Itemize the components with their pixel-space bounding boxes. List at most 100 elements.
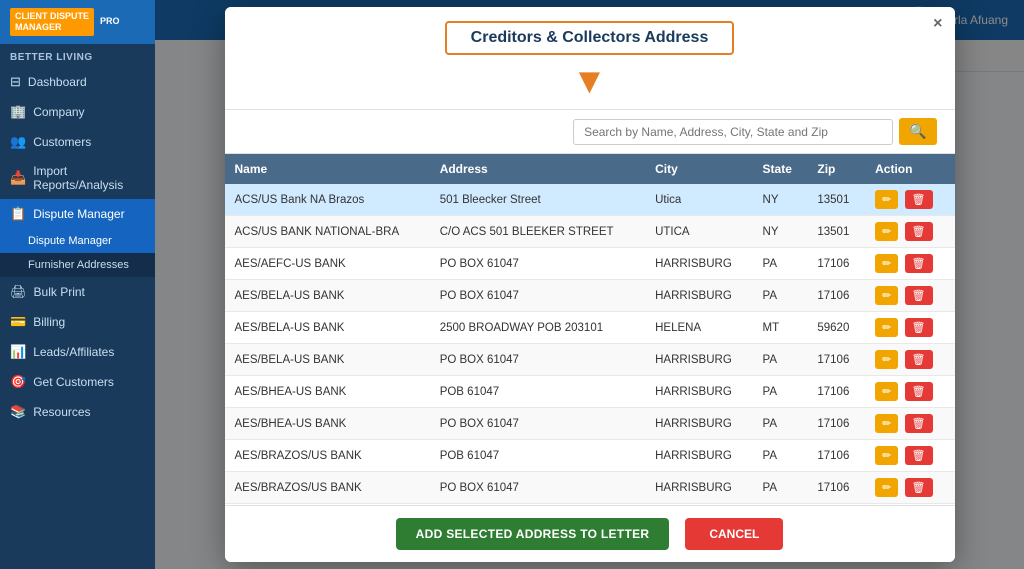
table-row[interactable]: AES/BRAZOS/US BANK PO BOX 61047 HARRISBU… [225, 472, 955, 504]
delete-button[interactable]: 🗑 [905, 286, 933, 305]
sidebar-item-dispute-manager[interactable]: 📋 Dispute Manager [0, 199, 155, 229]
search-input[interactable] [573, 119, 893, 145]
cell-action: ✏ 🗑 [865, 216, 954, 248]
table-row[interactable]: AES/BHEA-US BANK POB 61047 HARRISBURG PA… [225, 376, 955, 408]
add-address-button[interactable]: ADD SELECTED ADDRESS TO LETTER [396, 518, 670, 550]
delete-button[interactable]: 🗑 [905, 478, 933, 497]
cell-state: MT [753, 312, 808, 344]
modal-overlay: × Creditors & Collectors Address ▼ 🔍 Nam… [155, 0, 1024, 569]
sidebar-item-customers[interactable]: 👥 Customers [0, 127, 155, 157]
edit-button[interactable]: ✏ [875, 254, 898, 273]
modal: × Creditors & Collectors Address ▼ 🔍 Nam… [225, 7, 955, 562]
sidebar-item-company[interactable]: 🏢 Company [0, 97, 155, 127]
cancel-button[interactable]: CANCEL [685, 518, 783, 550]
search-button[interactable]: 🔍 [899, 118, 936, 145]
delete-button[interactable]: 🗑 [905, 190, 933, 209]
col-state: State [753, 154, 808, 184]
modal-close-button[interactable]: × [933, 15, 942, 33]
cell-city: HARRISBURG [645, 440, 752, 472]
table-row[interactable]: AES/BELA-US BANK 2500 BROADWAY POB 20310… [225, 312, 955, 344]
sidebar-submenu: Dispute Manager Furnisher Addresses [0, 229, 155, 277]
edit-button[interactable]: ✏ [875, 446, 898, 465]
edit-button[interactable]: ✏ [875, 190, 898, 209]
cell-action: ✏ 🗑 [865, 440, 954, 472]
cell-address: 2500 BROADWAY POB 203101 [430, 312, 645, 344]
sidebar-sub-dispute-manager[interactable]: Dispute Manager [0, 229, 155, 253]
cell-zip: 17106 [807, 344, 865, 376]
sidebar-section: BETTER LIVING [0, 44, 155, 67]
delete-button[interactable]: 🗑 [905, 222, 933, 241]
cell-address: PO BOX 61047 [430, 408, 645, 440]
delete-button[interactable]: 🗑 [905, 446, 933, 465]
cell-zip: 17106 [807, 472, 865, 504]
cell-state: PA [753, 376, 808, 408]
sidebar-item-import[interactable]: 📥 Import Reports/Analysis [0, 157, 155, 199]
cell-address: PO BOX 61047 [430, 472, 645, 504]
cell-city: Utica [645, 184, 752, 216]
delete-button[interactable]: 🗑 [905, 318, 933, 337]
edit-button[interactable]: ✏ [875, 286, 898, 305]
sidebar-item-resources[interactable]: 📚 Resources [0, 397, 155, 427]
customers-icon: 👥 [10, 134, 26, 150]
cell-action: ✏ 🗑 [865, 248, 954, 280]
cell-address: C/O ACS 501 BLEEKER STREET [430, 216, 645, 248]
sidebar-item-label: Resources [33, 405, 90, 419]
edit-button[interactable]: ✏ [875, 382, 898, 401]
cell-zip: 17106 [807, 248, 865, 280]
modal-header: × Creditors & Collectors Address ▼ [225, 7, 955, 110]
dispute-icon: 📋 [10, 206, 26, 222]
sidebar-item-label: Dispute Manager [33, 207, 124, 221]
cell-name: ACS/US BANK NATIONAL-BRA [225, 216, 430, 248]
cell-zip: 59620 [807, 312, 865, 344]
table-row[interactable]: AES/BRAZOS/US BANK POB 61047 HARRISBURG … [225, 440, 955, 472]
cell-city: HARRISBURG [645, 344, 752, 376]
table-row[interactable]: ACS/US Bank NA Brazos 501 Bleecker Stree… [225, 184, 955, 216]
cell-zip: 13501 [807, 216, 865, 248]
leads-icon: 📊 [10, 344, 26, 360]
sidebar-item-label: Customers [33, 135, 91, 149]
cell-address: PO BOX 61047 [430, 344, 645, 376]
table-row[interactable]: AES/AEFC-US BANK PO BOX 61047 HARRISBURG… [225, 248, 955, 280]
dashboard-icon: ⊟ [10, 74, 21, 90]
table-row[interactable]: AES/BELA-US BANK PO BOX 61047 HARRISBURG… [225, 280, 955, 312]
cell-action: ✏ 🗑 [865, 312, 954, 344]
cell-zip: 17106 [807, 440, 865, 472]
edit-button[interactable]: ✏ [875, 318, 898, 337]
cell-city: HARRISBURG [645, 376, 752, 408]
edit-button[interactable]: ✏ [875, 414, 898, 433]
edit-button[interactable]: ✏ [875, 222, 898, 241]
table-row[interactable]: AES/BHEA-US BANK PO BOX 61047 HARRISBURG… [225, 408, 955, 440]
edit-button[interactable]: ✏ [875, 478, 898, 497]
resources-icon: 📚 [10, 404, 26, 420]
search-bar: 🔍 [225, 110, 955, 154]
sidebar-item-dashboard[interactable]: ⊟ Dashboard [0, 67, 155, 97]
table-row[interactable]: AES/BELA-US BANK PO BOX 61047 HARRISBURG… [225, 344, 955, 376]
delete-button[interactable]: 🗑 [905, 254, 933, 273]
delete-button[interactable]: 🗑 [905, 382, 933, 401]
cell-address: POB 61047 [430, 376, 645, 408]
cell-name: AES/BRAZOS/US BANK [225, 472, 430, 504]
cell-zip: 13501 [807, 184, 865, 216]
cell-zip: 17106 [807, 408, 865, 440]
cell-state: PA [753, 472, 808, 504]
col-city: City [645, 154, 752, 184]
sidebar-item-bulk-print[interactable]: 🖨 Bulk Print [0, 277, 155, 307]
table-row[interactable]: ACS/US BANK NATIONAL-BRA C/O ACS 501 BLE… [225, 216, 955, 248]
sidebar-item-label: Billing [33, 315, 65, 329]
cell-name: AES/BELA-US BANK [225, 280, 430, 312]
delete-button[interactable]: 🗑 [905, 350, 933, 369]
arrow-down-icon: ▼ [572, 63, 608, 99]
sidebar-item-billing[interactable]: 💳 Billing [0, 307, 155, 337]
cell-city: UTICA [645, 216, 752, 248]
sidebar-sub-furnisher[interactable]: Furnisher Addresses [0, 253, 155, 277]
sidebar-item-leads[interactable]: 📊 Leads/Affiliates [0, 337, 155, 367]
cell-action: ✏ 🗑 [865, 344, 954, 376]
modal-title: Creditors & Collectors Address [471, 29, 709, 47]
cell-city: HARRISBURG [645, 408, 752, 440]
cell-address: PO BOX 61047 [430, 248, 645, 280]
logo-badge-pro: PRO [100, 16, 120, 28]
sidebar-item-get-customers[interactable]: 🎯 Get Customers [0, 367, 155, 397]
cell-state: PA [753, 280, 808, 312]
delete-button[interactable]: 🗑 [905, 414, 933, 433]
edit-button[interactable]: ✏ [875, 350, 898, 369]
